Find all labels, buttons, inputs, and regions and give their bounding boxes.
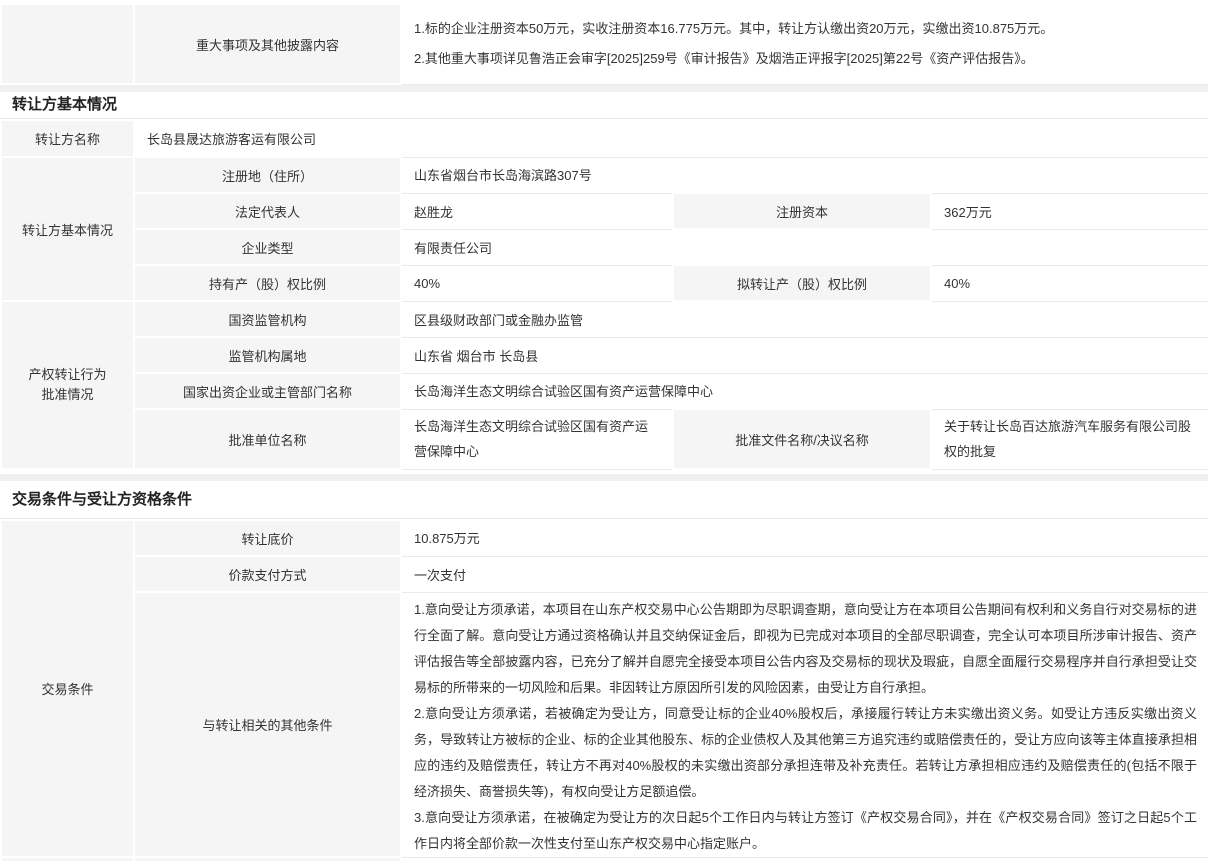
- other-conditions-paragraph-1: 1.意向受让方须承诺，本项目在山东产权交易中心公告期即为尽职调查期，意向受让方在…: [414, 597, 1197, 701]
- table-row: 与转让相关的其他条件 1.意向受让方须承诺，本项目在山东产权交易中心公告期即为尽…: [1, 592, 1208, 857]
- transferor-table: 转让方名称 长岛县晟达旅游客运有限公司 转让方基本情况 注册地（住所） 山东省烟…: [0, 119, 1208, 470]
- field-label-registered-address: 注册地（住所）: [134, 157, 401, 193]
- field-label-enterprise-type: 企业类型: [134, 229, 401, 265]
- table-row: 法定代表人 赵胜龙 注册资本 362万元: [1, 193, 1208, 229]
- field-label-state-funded-enterprise: 国家出资企业或主管部门名称: [134, 373, 401, 409]
- field-label-regulator: 国资监管机构: [134, 301, 401, 337]
- field-value-other-conditions: 1.意向受让方须承诺，本项目在山东产权交易中心公告期即为尽职调查期，意向受让方在…: [401, 592, 1208, 857]
- field-label-approval-unit: 批准单位名称: [134, 409, 401, 469]
- group-label-approval-info: 产权转让行为 批准情况: [1, 301, 134, 469]
- group-label-transferor-basic-info: 转让方基本情况: [1, 157, 134, 301]
- field-label-approval-document: 批准文件名称/决议名称: [673, 409, 931, 469]
- field-label-floor-price: 转让底价: [134, 520, 401, 556]
- field-value-floor-price: 10.875万元: [401, 520, 1208, 556]
- section-title-transferor: 转让方基本情况: [0, 92, 1208, 119]
- table-row: 企业类型 有限责任公司: [1, 229, 1208, 265]
- field-value-registered-address: 山东省烟台市长岛海滨路307号: [401, 157, 1208, 193]
- table-row: 转让方基本情况 注册地（住所） 山东省烟台市长岛海滨路307号: [1, 157, 1208, 193]
- field-value-proposed-transfer-ratio: 40%: [931, 265, 1208, 301]
- table-row: 持有产（股）权比例 40% 拟转让产（股）权比例 40%: [1, 265, 1208, 301]
- field-value-approval-document: 关于转让长岛百达旅游汽车服务有限公司股权的批复: [931, 409, 1208, 469]
- field-value-legal-representative: 赵胜龙: [401, 193, 673, 229]
- field-label-other-conditions: 与转让相关的其他条件: [134, 592, 401, 857]
- transaction-table: 交易条件 转让底价 10.875万元 价款支付方式 一次支付 与转让相关的其他条…: [0, 519, 1208, 861]
- disclosure-line-1: 1.标的企业注册资本50万元，实收注册资本16.775万元。其中，转让方认缴出资…: [414, 14, 1197, 44]
- field-label-legal-representative: 法定代表人: [134, 193, 401, 229]
- section-title-transaction: 交易条件与受让方资格条件: [0, 481, 1208, 519]
- table-row: 价款支付方式 一次支付: [1, 556, 1208, 592]
- table-row: 重大事项及其他披露内容 1.标的企业注册资本50万元，实收注册资本16.775万…: [1, 4, 1208, 84]
- field-label-payment-method: 价款支付方式: [134, 556, 401, 592]
- field-value-regulator-location: 山东省 烟台市 长岛县: [401, 337, 1208, 373]
- disclosure-table: 重大事项及其他披露内容 1.标的企业注册资本50万元，实收注册资本16.775万…: [0, 3, 1208, 85]
- group-label-transaction-conditions: 交易条件: [1, 520, 134, 857]
- field-value-enterprise-type: 有限责任公司: [401, 229, 1208, 265]
- field-label-proposed-transfer-ratio: 拟转让产（股）权比例: [673, 265, 931, 301]
- field-value-held-equity-ratio: 40%: [401, 265, 673, 301]
- field-value-payment-method: 一次支付: [401, 556, 1208, 592]
- field-value-regulator: 区县级财政部门或金融办监管: [401, 301, 1208, 337]
- section-separator: [0, 474, 1208, 481]
- table-row: 交易条件 转让底价 10.875万元: [1, 520, 1208, 556]
- field-label-registered-capital: 注册资本: [673, 193, 931, 229]
- field-label-regulator-location: 监管机构属地: [134, 337, 401, 373]
- field-label-major-disclosure: 重大事项及其他披露内容: [134, 4, 401, 84]
- other-conditions-paragraph-3: 3.意向受让方须承诺，在被确定为受让方的次日起5个工作日内与转让方签订《产权交易…: [414, 805, 1197, 857]
- field-value-major-disclosure: 1.标的企业注册资本50万元，实收注册资本16.775万元。其中，转让方认缴出资…: [401, 4, 1208, 84]
- field-label-transferor-name: 转让方名称: [1, 120, 134, 157]
- table-row: 批准单位名称 长岛海洋生态文明综合试验区国有资产运营保障中心 批准文件名称/决议…: [1, 409, 1208, 469]
- section-separator: [0, 85, 1208, 92]
- field-label-held-equity-ratio: 持有产（股）权比例: [134, 265, 401, 301]
- table-row: 产权转让行为 批准情况 国资监管机构 区县级财政部门或金融办监管: [1, 301, 1208, 337]
- group-label-empty: [1, 4, 134, 84]
- field-value-approval-unit: 长岛海洋生态文明综合试验区国有资产运营保障中心: [401, 409, 673, 469]
- field-value-state-funded-enterprise: 长岛海洋生态文明综合试验区国有资产运营保障中心: [401, 373, 1208, 409]
- disclosure-line-2: 2.其他重大事项详见鲁浩正会审字[2025]259号《审计报告》及烟浩正评报字[…: [414, 44, 1197, 74]
- table-row: 转让方名称 长岛县晟达旅游客运有限公司: [1, 120, 1208, 157]
- other-conditions-paragraph-2: 2.意向受让方须承诺，若被确定为受让方，同意受让标的企业40%股权后，承接履行转…: [414, 701, 1197, 805]
- table-row: 监管机构属地 山东省 烟台市 长岛县: [1, 337, 1208, 373]
- field-value-transferor-name: 长岛县晟达旅游客运有限公司: [134, 120, 1208, 157]
- table-row: 国家出资企业或主管部门名称 长岛海洋生态文明综合试验区国有资产运营保障中心: [1, 373, 1208, 409]
- field-value-registered-capital: 362万元: [931, 193, 1208, 229]
